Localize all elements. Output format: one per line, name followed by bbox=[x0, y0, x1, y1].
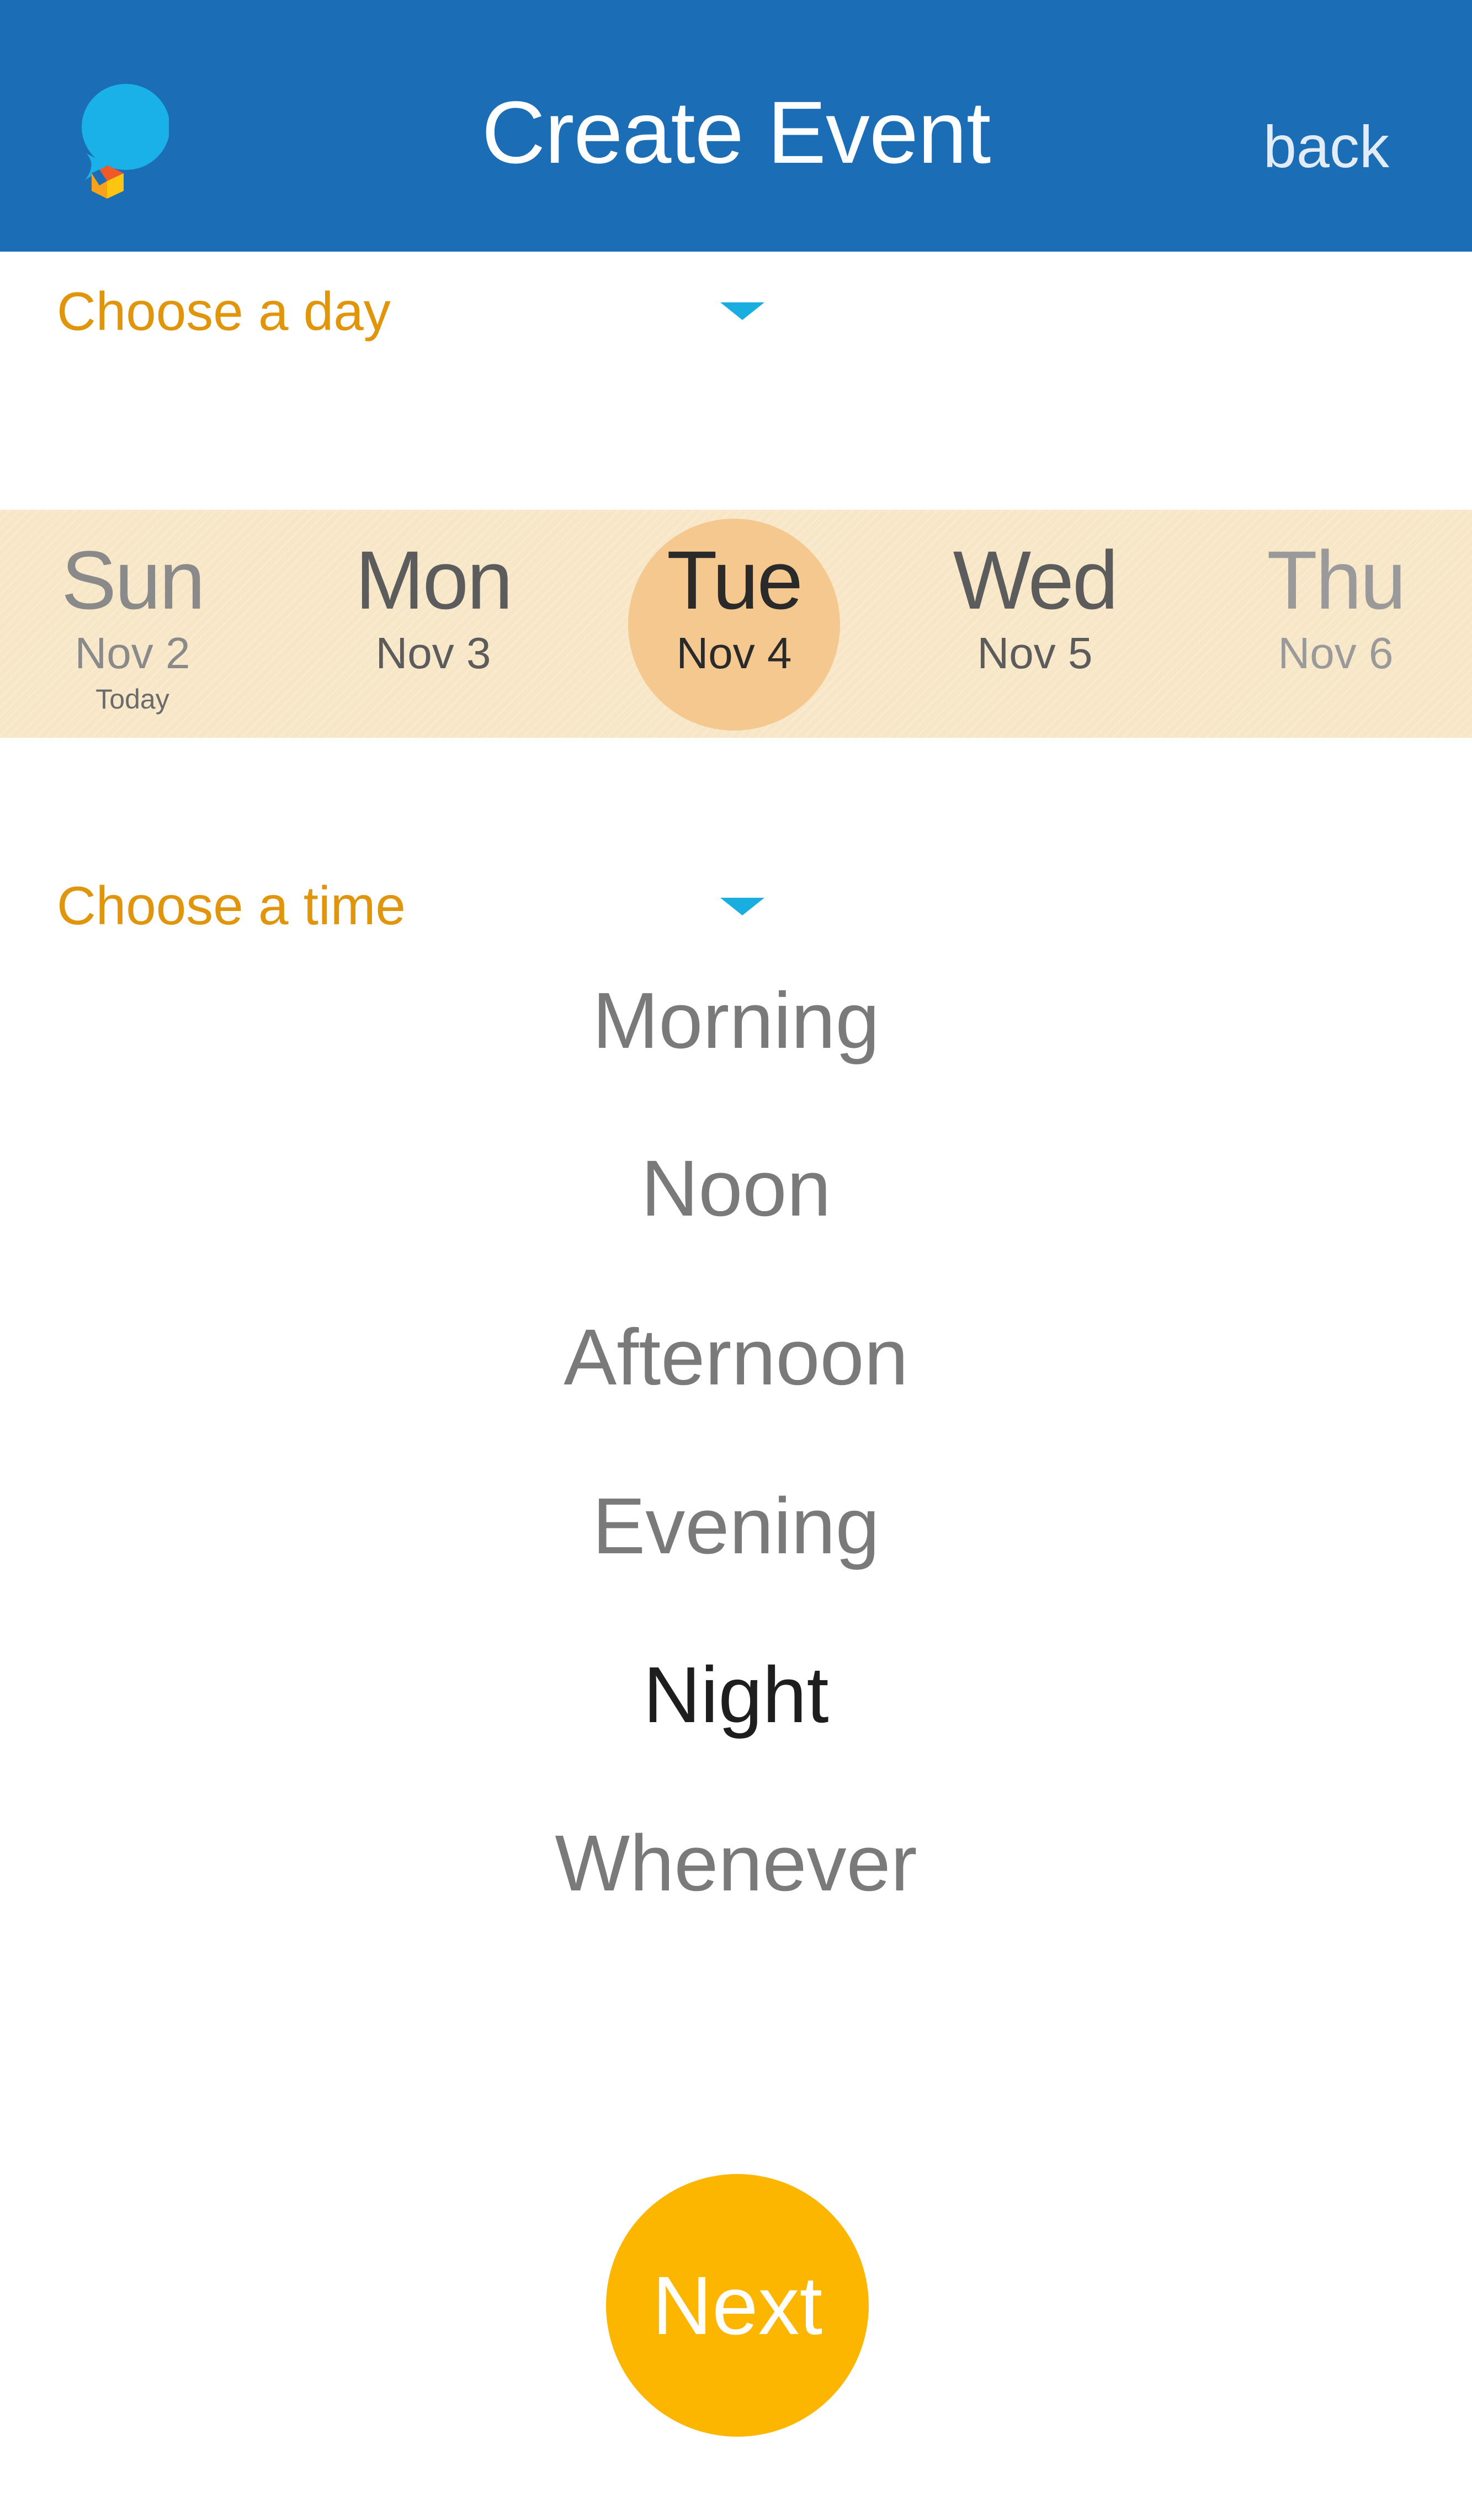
day-option-sun[interactable]: Sun Nov 2 Today bbox=[0, 510, 281, 738]
page-title: Create Event bbox=[481, 83, 991, 182]
day-option-thu[interactable]: Thu Nov 6 bbox=[1187, 510, 1472, 738]
choose-time-label: Choose a time bbox=[57, 875, 406, 936]
day-date: Nov 2 bbox=[75, 628, 190, 678]
next-button[interactable]: Next bbox=[606, 2174, 869, 2437]
caret-down-icon[interactable] bbox=[720, 302, 764, 320]
day-date: Nov 4 bbox=[676, 628, 792, 678]
day-date: Nov 6 bbox=[1278, 628, 1394, 678]
time-option-whenever[interactable]: Whenever bbox=[0, 1824, 1472, 1903]
day-name: Thu bbox=[1267, 534, 1406, 626]
day-name: Wed bbox=[953, 534, 1119, 626]
today-label: Today bbox=[95, 684, 169, 715]
choose-day-label: Choose a day bbox=[57, 281, 391, 342]
day-option-tue[interactable]: Tue Nov 4 bbox=[585, 510, 883, 738]
time-option-night[interactable]: Night bbox=[0, 1655, 1472, 1735]
day-name: Tue bbox=[667, 534, 803, 626]
back-button[interactable]: back bbox=[1263, 117, 1389, 177]
day-date: Nov 3 bbox=[375, 628, 491, 678]
day-name: Mon bbox=[355, 534, 513, 626]
time-option-evening[interactable]: Evening bbox=[0, 1487, 1472, 1566]
time-option-morning[interactable]: Morning bbox=[0, 981, 1472, 1061]
day-date: Nov 5 bbox=[977, 628, 1093, 678]
day-name: Sun bbox=[61, 534, 205, 626]
time-option-noon[interactable]: Noon bbox=[0, 1149, 1472, 1228]
day-option-wed[interactable]: Wed Nov 5 bbox=[886, 510, 1184, 738]
app-header: Create Event back bbox=[0, 0, 1472, 252]
time-option-afternoon[interactable]: Afternoon bbox=[0, 1318, 1472, 1397]
day-picker: Sun Nov 2 Today Mon Nov 3 Tue Nov 4 Wed Nov 5 Thu… bbox=[0, 510, 1472, 738]
caret-down-icon[interactable] bbox=[720, 898, 764, 915]
day-option-mon[interactable]: Mon Nov 3 bbox=[284, 510, 582, 738]
